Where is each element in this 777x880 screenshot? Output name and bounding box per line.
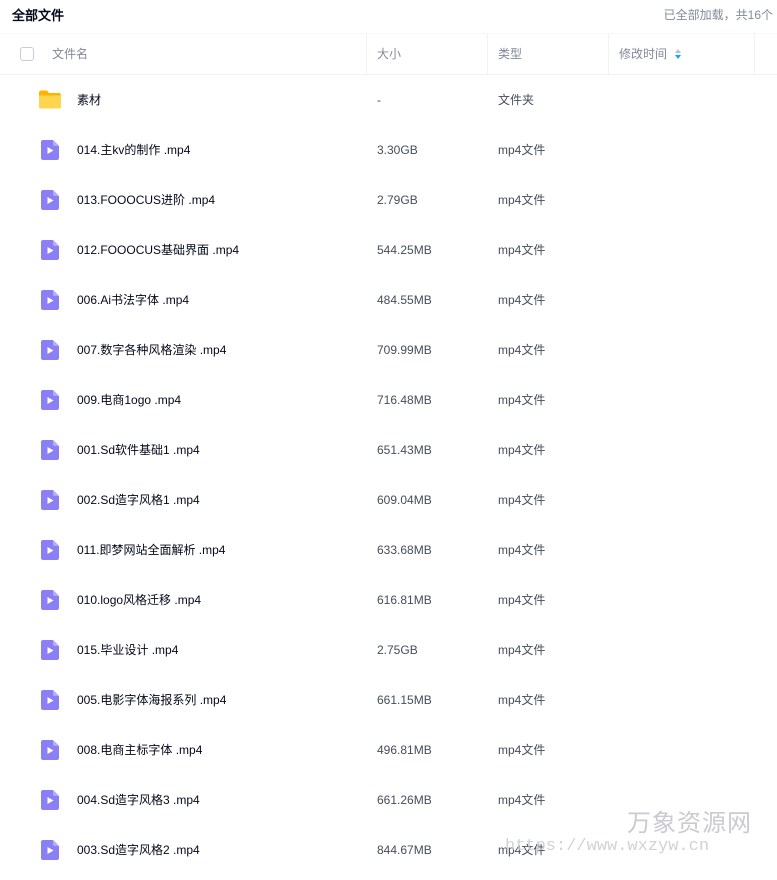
file-row[interactable]: 005.电影字体海报系列 .mp4 661.15MB mp4文件 — [0, 675, 777, 725]
file-type: mp4文件 — [498, 543, 546, 557]
file-size: 651.43MB — [377, 443, 432, 457]
file-type: mp4文件 — [498, 793, 546, 807]
file-type: mp4文件 — [498, 343, 546, 357]
file-type: mp4文件 — [498, 743, 546, 757]
load-status: 已全部加载，共16个 — [663, 8, 773, 22]
file-size: 844.67MB — [377, 843, 432, 857]
file-type: mp4文件 — [498, 293, 546, 307]
sort-icon[interactable] — [675, 48, 682, 61]
file-row[interactable]: 010.logo风格迁移 .mp4 616.81MB mp4文件 — [0, 575, 777, 625]
file-type: mp4文件 — [498, 393, 546, 407]
video-file-icon — [38, 338, 62, 362]
file-name[interactable]: 006.Ai书法字体 .mp4 — [77, 275, 189, 325]
file-row[interactable]: 002.Sd造字风格1 .mp4 609.04MB mp4文件 — [0, 475, 777, 525]
file-row[interactable]: 011.即梦网站全面解析 .mp4 633.68MB mp4文件 — [0, 525, 777, 575]
column-header-modified-label: 修改时间 — [619, 47, 668, 61]
top-bar: 全部文件 已全部加载，共16个 — [0, 0, 777, 28]
file-list: 素材 - 文件夹 014.主kv的制作 .mp4 3.30GB mp4文件 013.FOOO… — [0, 75, 777, 875]
file-type: mp4文件 — [498, 243, 546, 257]
video-file-icon — [38, 688, 62, 712]
folder-icon — [38, 87, 62, 111]
file-name[interactable]: 011.即梦网站全面解析 .mp4 — [77, 525, 225, 575]
video-file-icon — [38, 138, 62, 162]
video-file-icon — [38, 238, 62, 262]
file-row[interactable]: 012.FOOOCUS基础界面 .mp4 544.25MB mp4文件 — [0, 225, 777, 275]
column-header-size[interactable]: 大小 — [377, 34, 401, 74]
column-header-modified[interactable]: 修改时间 — [619, 34, 682, 74]
file-name[interactable]: 015.毕业设计 .mp4 — [77, 625, 178, 675]
file-name[interactable]: 014.主kv的制作 .mp4 — [77, 125, 190, 175]
file-row[interactable]: 009.电商1ogo .mp4 716.48MB mp4文件 — [0, 375, 777, 425]
file-size: 661.26MB — [377, 793, 432, 807]
file-size: 484.55MB — [377, 293, 432, 307]
file-type: mp4文件 — [498, 493, 546, 507]
file-type: mp4文件 — [498, 643, 546, 657]
video-file-icon — [38, 388, 62, 412]
file-size: 716.48MB — [377, 393, 432, 407]
video-file-icon — [38, 488, 62, 512]
file-size: 661.15MB — [377, 693, 432, 707]
video-file-icon — [38, 588, 62, 612]
file-name[interactable]: 003.Sd造字风格2 .mp4 — [77, 825, 200, 875]
file-row[interactable]: 015.毕业设计 .mp4 2.75GB mp4文件 — [0, 625, 777, 675]
file-size: 3.30GB — [377, 143, 418, 157]
file-row[interactable]: 素材 - 文件夹 — [0, 75, 777, 125]
file-name[interactable]: 012.FOOOCUS基础界面 .mp4 — [77, 225, 239, 275]
file-type: mp4文件 — [498, 143, 546, 157]
file-name[interactable]: 007.数字各种风格渲染 .mp4 — [77, 325, 226, 375]
video-file-icon — [38, 838, 62, 862]
file-name[interactable]: 009.电商1ogo .mp4 — [77, 375, 181, 425]
column-divider[interactable] — [487, 34, 488, 74]
file-size: - — [377, 93, 381, 107]
table-header: 文件名 大小 类型 修改时间 — [0, 33, 777, 75]
file-name[interactable]: 005.电影字体海报系列 .mp4 — [77, 675, 226, 725]
video-file-icon — [38, 438, 62, 462]
column-header-type[interactable]: 类型 — [498, 34, 522, 74]
file-type: 文件夹 — [498, 93, 535, 107]
file-type: mp4文件 — [498, 443, 546, 457]
file-size: 544.25MB — [377, 243, 432, 257]
file-name[interactable]: 010.logo风格迁移 .mp4 — [77, 575, 201, 625]
file-type: mp4文件 — [498, 693, 546, 707]
file-row[interactable]: 007.数字各种风格渲染 .mp4 709.99MB mp4文件 — [0, 325, 777, 375]
file-row[interactable]: 014.主kv的制作 .mp4 3.30GB mp4文件 — [0, 125, 777, 175]
file-type: mp4文件 — [498, 593, 546, 607]
file-size: 2.79GB — [377, 193, 418, 207]
file-type: mp4文件 — [498, 843, 546, 857]
file-type: mp4文件 — [498, 193, 546, 207]
file-size: 633.68MB — [377, 543, 432, 557]
file-row[interactable]: 004.Sd造字风格3 .mp4 661.26MB mp4文件 — [0, 775, 777, 825]
video-file-icon — [38, 788, 62, 812]
file-size: 496.81MB — [377, 743, 432, 757]
video-file-icon — [38, 188, 62, 212]
file-row[interactable]: 003.Sd造字风格2 .mp4 844.67MB mp4文件 — [0, 825, 777, 875]
file-size: 609.04MB — [377, 493, 432, 507]
file-row[interactable]: 013.FOOOCUS进阶 .mp4 2.79GB mp4文件 — [0, 175, 777, 225]
column-divider[interactable] — [754, 34, 755, 74]
file-name[interactable]: 001.Sd软件基础1 .mp4 — [77, 425, 200, 475]
video-file-icon — [38, 638, 62, 662]
file-size: 616.81MB — [377, 593, 432, 607]
file-size: 2.75GB — [377, 643, 418, 657]
video-file-icon — [38, 738, 62, 762]
file-size: 709.99MB — [377, 343, 432, 357]
column-divider[interactable] — [608, 34, 609, 74]
file-row[interactable]: 008.电商主标字体 .mp4 496.81MB mp4文件 — [0, 725, 777, 775]
video-file-icon — [38, 538, 62, 562]
video-file-icon — [38, 288, 62, 312]
file-row[interactable]: 001.Sd软件基础1 .mp4 651.43MB mp4文件 — [0, 425, 777, 475]
file-row[interactable]: 006.Ai书法字体 .mp4 484.55MB mp4文件 — [0, 275, 777, 325]
page-title: 全部文件 — [12, 8, 65, 23]
column-divider[interactable] — [366, 34, 367, 74]
file-name[interactable]: 素材 — [77, 75, 101, 125]
select-all-checkbox[interactable] — [20, 47, 34, 61]
file-name[interactable]: 004.Sd造字风格3 .mp4 — [77, 775, 200, 825]
file-name[interactable]: 008.电商主标字体 .mp4 — [77, 725, 202, 775]
file-name[interactable]: 002.Sd造字风格1 .mp4 — [77, 475, 200, 525]
file-name[interactable]: 013.FOOOCUS进阶 .mp4 — [77, 175, 215, 225]
column-header-name[interactable]: 文件名 — [52, 34, 88, 74]
